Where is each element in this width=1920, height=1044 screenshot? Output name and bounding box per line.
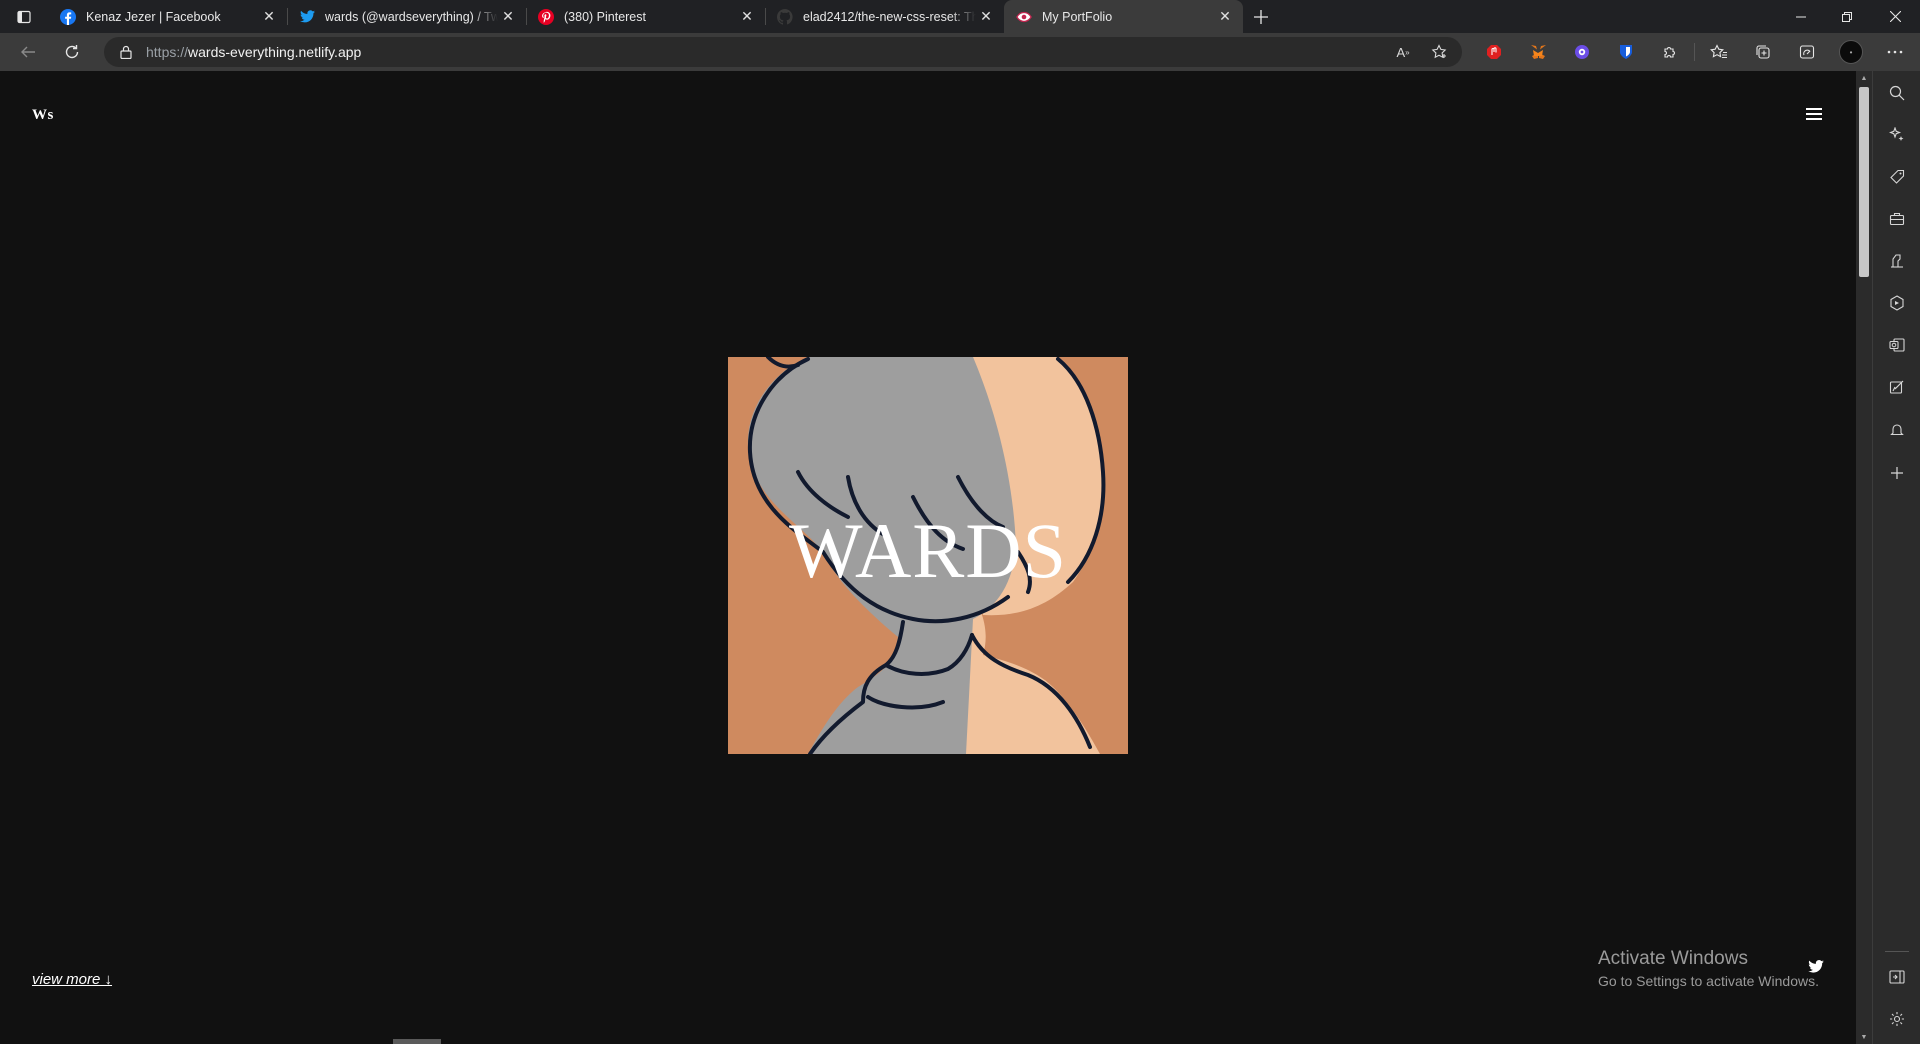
tab-actions-button[interactable] <box>0 0 48 33</box>
url-text[interactable]: https://wards-everything.netlify.app <box>146 44 361 60</box>
tab-close-button[interactable]: ✕ <box>1215 7 1235 27</box>
minimize-icon <box>1796 16 1806 17</box>
read-aloud-icon[interactable]: A» <box>1388 39 1418 65</box>
sidebar-settings-gear-icon[interactable] <box>1873 1003 1920 1035</box>
sidebar-microsoft365-icon[interactable] <box>1873 287 1920 319</box>
tab-title: (380) Pinterest <box>564 9 646 24</box>
scrollbar-thumb[interactable] <box>1859 87 1869 277</box>
menu-line <box>1806 108 1822 110</box>
sidebar-divider <box>1885 951 1909 952</box>
performance-icon[interactable] <box>1785 36 1829 68</box>
site-logo[interactable]: Ws <box>32 107 54 124</box>
refresh-icon <box>65 45 79 59</box>
horizontal-scrollbar-thumb[interactable] <box>393 1039 441 1044</box>
restore-button[interactable] <box>1824 0 1870 33</box>
facebook-icon <box>60 8 76 25</box>
toolbar-divider <box>1694 43 1695 61</box>
hero-image: WARDS <box>728 357 1128 754</box>
tab-title: wards (@wardseverything) / Twitter <box>325 9 498 24</box>
pinterest-icon <box>538 8 554 25</box>
sidebar-shopping-tag-icon[interactable] <box>1873 161 1920 193</box>
github-icon <box>777 8 793 25</box>
tab-portfolio[interactable]: My PortFolio ✕ <box>1004 0 1243 33</box>
extension-bar: • <box>1472 36 1917 68</box>
view-more-link[interactable]: view more ↓ <box>32 971 112 988</box>
watermark-title: Activate Windows <box>1598 948 1748 969</box>
close-icon <box>1889 11 1901 22</box>
new-tab-button[interactable] <box>1243 0 1279 33</box>
menu-line <box>1806 118 1822 120</box>
browser-sidebar <box>1872 71 1920 1044</box>
favorites-icon[interactable] <box>1697 36 1741 68</box>
game-extension-icon[interactable] <box>1560 36 1604 68</box>
sidebar-drop-icon[interactable] <box>1873 371 1920 403</box>
add-favorite-icon[interactable] <box>1424 39 1454 65</box>
sidebar-hide-icon[interactable] <box>1873 961 1920 993</box>
sidebar-games-icon[interactable] <box>1873 245 1920 277</box>
settings-more-button[interactable] <box>1873 36 1917 68</box>
menu-line <box>1806 113 1822 115</box>
tab-facebook[interactable]: Kenaz Jezer | Facebook ✕ <box>48 0 287 33</box>
adblock-extension-icon[interactable] <box>1472 36 1516 68</box>
minimize-button[interactable] <box>1778 0 1824 33</box>
window-close-button[interactable] <box>1870 0 1920 33</box>
bitwarden-extension-icon[interactable] <box>1604 36 1648 68</box>
tab-close-button[interactable]: ✕ <box>259 7 279 27</box>
collections-icon[interactable] <box>1741 36 1785 68</box>
hero-title: WARDS <box>788 507 1068 594</box>
hamburger-menu-button[interactable] <box>1806 107 1822 121</box>
tab-twitter[interactable]: wards (@wardseverything) / Twitter ✕ <box>287 0 526 33</box>
scroll-up-arrow[interactable]: ▲ <box>1856 71 1872 85</box>
more-horizontal-icon <box>1887 50 1903 54</box>
sidebar-outlook-icon[interactable] <box>1873 329 1920 361</box>
lock-icon[interactable] <box>118 44 134 60</box>
restore-icon <box>1842 11 1852 22</box>
eye-icon <box>1016 9 1032 25</box>
web-page: Ws WARDS view more ↓ Activate Windows Go… <box>0 71 1856 1044</box>
watermark-subtitle: Go to Settings to activate Windows. <box>1598 973 1819 989</box>
tab-pinterest[interactable]: (380) Pinterest ✕ <box>526 0 765 33</box>
tab-title: elad2412/the-new-css-reset: The <box>803 9 976 24</box>
profile-avatar[interactable]: • <box>1829 36 1873 68</box>
tab-strip: Kenaz Jezer | Facebook ✕ wards (@wardsev… <box>0 0 1920 33</box>
windows-activation-watermark: Activate Windows Go to Settings to activ… <box>1598 948 1819 989</box>
arrow-left-icon <box>21 46 35 58</box>
sidebar-discover-icon[interactable] <box>1873 119 1920 151</box>
url-protocol: https:// <box>146 44 189 60</box>
tab-github[interactable]: elad2412/the-new-css-reset: The ✕ <box>765 0 1004 33</box>
url-host: wards-everything.netlify.app <box>188 44 362 60</box>
sidebar-add-icon[interactable] <box>1873 457 1920 489</box>
vertical-scrollbar[interactable]: ▲ ▼ <box>1856 71 1872 1044</box>
tab-close-button[interactable]: ✕ <box>498 7 518 27</box>
tab-close-button[interactable]: ✕ <box>976 7 996 27</box>
back-button[interactable] <box>10 36 46 68</box>
extensions-puzzle-icon[interactable] <box>1648 36 1692 68</box>
twitter-icon <box>299 9 315 25</box>
sidebar-tools-briefcase-icon[interactable] <box>1873 203 1920 235</box>
plus-icon <box>1254 9 1268 24</box>
tab-title: Kenaz Jezer | Facebook <box>86 9 221 24</box>
sidebar-notification-icon[interactable] <box>1873 413 1920 445</box>
browser-toolbar: https://wards-everything.netlify.app A» … <box>0 33 1920 71</box>
tab-actions-icon <box>17 10 31 23</box>
avatar: • <box>1839 40 1863 64</box>
window-controls <box>1778 0 1920 33</box>
tab-close-button[interactable]: ✕ <box>737 7 757 27</box>
address-bar[interactable]: https://wards-everything.netlify.app A» <box>104 37 1462 67</box>
metamask-extension-icon[interactable] <box>1516 36 1560 68</box>
tab-title: My PortFolio <box>1042 9 1113 24</box>
refresh-button[interactable] <box>54 36 90 68</box>
sidebar-search-icon[interactable] <box>1873 77 1920 109</box>
scroll-down-arrow[interactable]: ▼ <box>1856 1030 1872 1044</box>
